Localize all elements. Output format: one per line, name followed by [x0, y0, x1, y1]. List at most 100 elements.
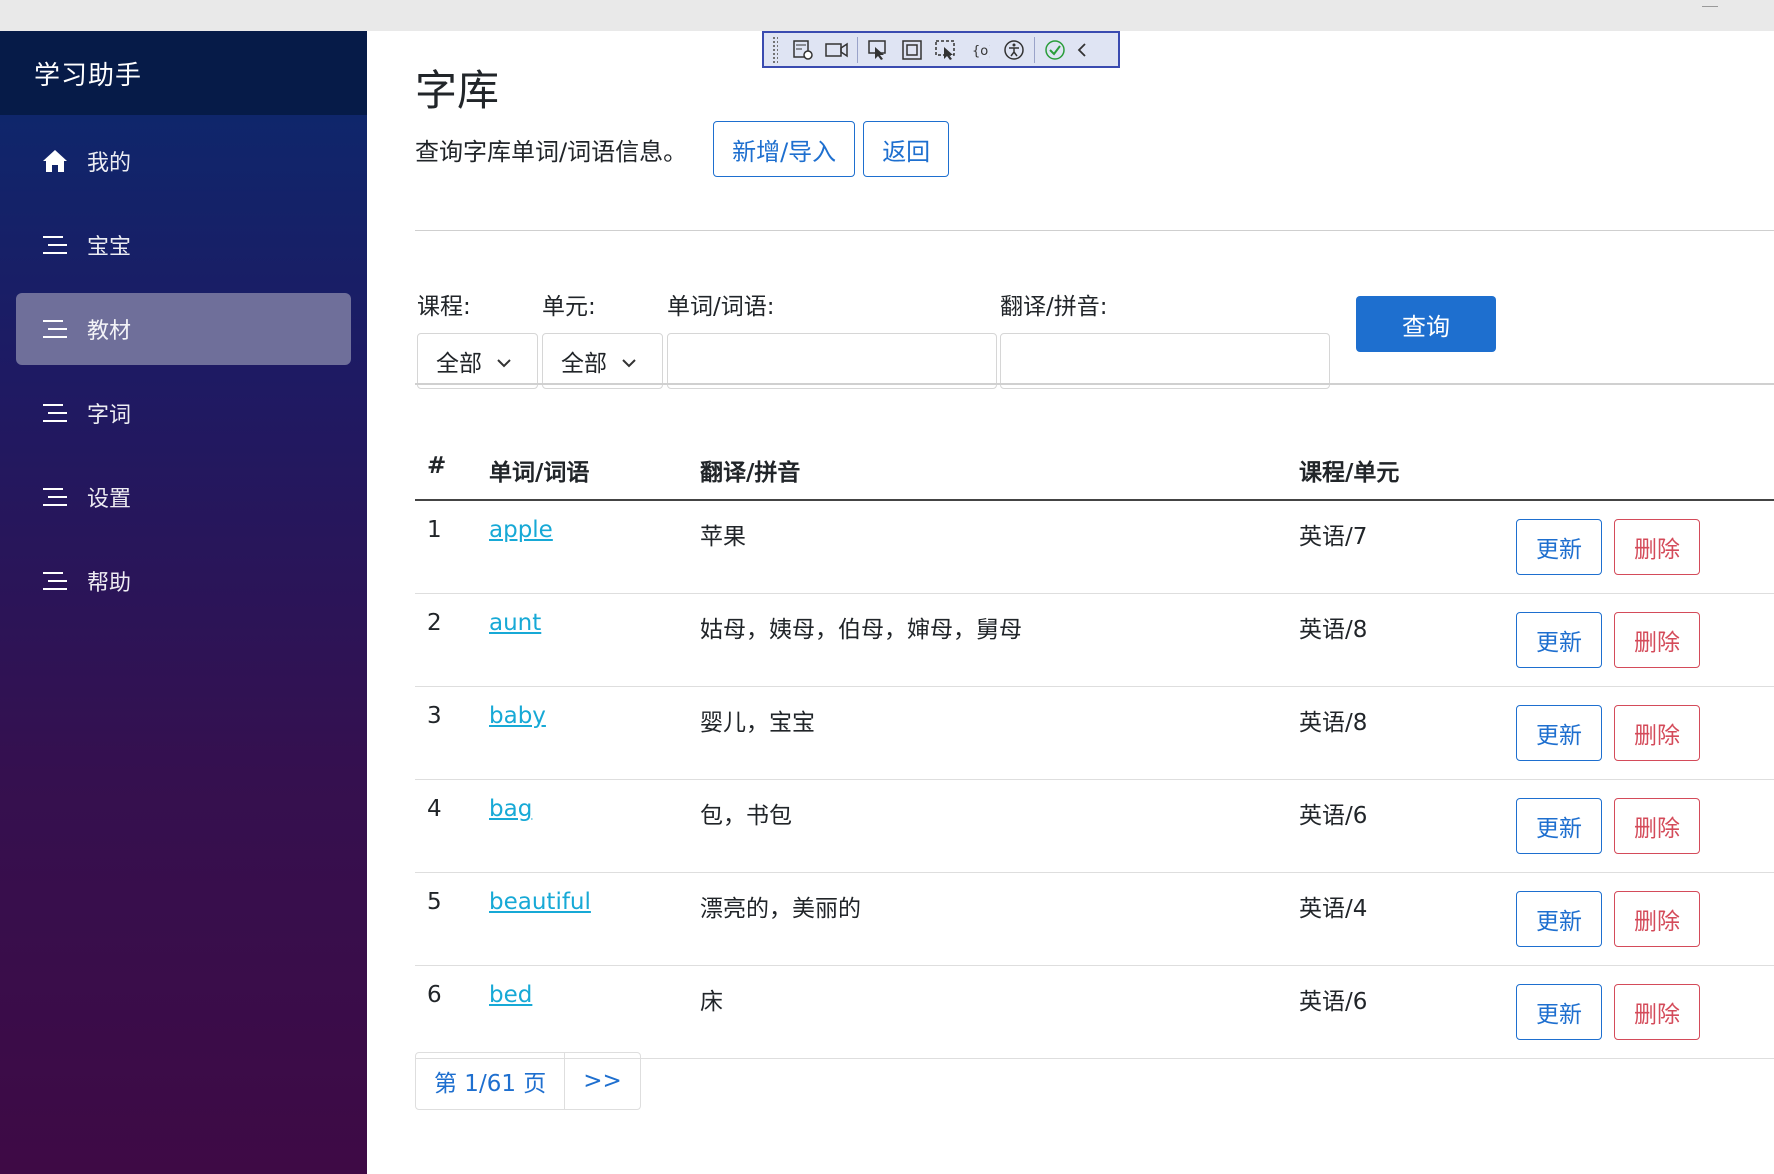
window-top-bar — [0, 0, 1774, 31]
table-row: 2 aunt 姑母，姨母，伯母，婶母，舅母 英语/8 更新 删除 — [415, 594, 1774, 687]
update-button[interactable]: 更新 — [1516, 519, 1602, 575]
row-index: 3 — [427, 703, 442, 729]
word-link[interactable]: baby — [489, 703, 546, 729]
add-import-button[interactable]: 新增/导入 — [713, 121, 856, 177]
sidebar-item-label: 字词 — [87, 403, 132, 428]
delete-button[interactable]: 删除 — [1614, 891, 1700, 947]
record-icon[interactable] — [820, 35, 854, 65]
accessibility-icon[interactable] — [997, 35, 1031, 65]
next-page-button[interactable]: >> — [564, 1053, 640, 1109]
table-row: 5 beautiful 漂亮的，美丽的 英语/4 更新 删除 — [415, 873, 1774, 966]
table-row: 4 bag 包，书包 英语/6 更新 删除 — [415, 780, 1774, 873]
column-header-index: # — [427, 453, 447, 479]
collapse-chevron-icon[interactable] — [1072, 35, 1092, 65]
list-icon — [41, 317, 69, 341]
row-course: 英语/6 — [1299, 803, 1368, 829]
display-layout-adorners-icon[interactable] — [895, 35, 929, 65]
pagination: 第 1/61 页 >> — [415, 1052, 641, 1110]
row-translation: 漂亮的，美丽的 — [700, 896, 861, 922]
list-icon — [41, 401, 69, 425]
sidebar-item-label: 设置 — [87, 487, 132, 512]
word-input[interactable] — [667, 333, 997, 389]
toolbar-separator — [1034, 36, 1035, 63]
word-table: # 单词/词语 翻译/拼音 课程/单元 1 apple 苹果 英语/7 更新 删… — [415, 439, 1774, 1059]
update-button[interactable]: 更新 — [1516, 798, 1602, 854]
live-visual-tree-icon[interactable] — [786, 35, 820, 65]
row-course: 英语/6 — [1299, 989, 1368, 1015]
word-label: 单词/词语: — [667, 294, 775, 320]
word-link[interactable]: bed — [489, 982, 532, 1008]
update-button[interactable]: 更新 — [1516, 891, 1602, 947]
table-header: # 单词/词语 翻译/拼音 课程/单元 — [415, 439, 1774, 501]
row-course: 英语/4 — [1299, 896, 1368, 922]
minimize-icon[interactable] — [1702, 6, 1718, 7]
sidebar: 学习助手 我的 宝宝 教材 字词 设置 帮助 — [0, 31, 367, 1174]
delete-button[interactable]: 删除 — [1614, 612, 1700, 668]
update-button[interactable]: 更新 — [1516, 705, 1602, 761]
list-icon — [41, 485, 69, 509]
word-link[interactable]: beautiful — [489, 889, 591, 915]
sidebar-item-settings[interactable]: 设置 — [16, 461, 351, 533]
chevron-down-icon — [496, 348, 512, 374]
word-link[interactable]: aunt — [489, 610, 541, 636]
list-icon — [41, 233, 69, 257]
sidebar-item-label: 宝宝 — [87, 235, 132, 260]
home-icon — [41, 149, 69, 173]
sidebar-nav: 我的 宝宝 教材 字词 设置 帮助 — [0, 125, 367, 617]
brand[interactable]: 学习助手 — [0, 31, 367, 115]
table-row: 6 bed 床 英语/6 更新 删除 — [415, 966, 1774, 1059]
row-course: 英语/8 — [1299, 710, 1368, 736]
unit-select[interactable]: 全部 — [542, 333, 663, 389]
brand-title: 学习助手 — [34, 60, 143, 91]
delete-button[interactable]: 删除 — [1614, 984, 1700, 1040]
translation-input[interactable] — [1000, 333, 1330, 389]
course-select[interactable]: 全部 — [417, 333, 538, 389]
toolbar-separator — [857, 36, 858, 63]
sidebar-item-textbook[interactable]: 教材 — [16, 293, 351, 365]
back-button[interactable]: 返回 — [863, 121, 950, 177]
page-indicator[interactable]: 第 1/61 页 — [416, 1053, 564, 1109]
row-index: 4 — [427, 796, 442, 822]
drag-grip-icon[interactable] — [772, 35, 778, 64]
sidebar-item-baby[interactable]: 宝宝 — [16, 209, 351, 281]
row-course: 英语/8 — [1299, 617, 1368, 643]
hot-reload-ok-icon[interactable] — [1038, 35, 1072, 65]
column-header-word: 单词/词语 — [489, 460, 590, 486]
course-select-value: 全部 — [436, 351, 482, 377]
list-icon — [41, 569, 69, 593]
row-index: 6 — [427, 982, 442, 1008]
page-header-actions: 查询字库单词/词语信息。 新增/导入 返回 — [415, 121, 950, 177]
sidebar-item-help[interactable]: 帮助 — [16, 545, 351, 617]
track-focused-element-icon[interactable] — [929, 35, 963, 65]
row-course: 英语/7 — [1299, 524, 1368, 550]
sidebar-item-words[interactable]: 字词 — [16, 377, 351, 449]
debug-toolbar: {o} — [762, 31, 1120, 68]
divider — [415, 230, 1774, 231]
delete-button[interactable]: 删除 — [1614, 519, 1700, 575]
select-element-icon[interactable] — [861, 35, 895, 65]
search-button[interactable]: 查询 — [1356, 296, 1496, 352]
word-link[interactable]: bag — [489, 796, 532, 822]
divider — [415, 383, 1774, 385]
sidebar-item-mine[interactable]: 我的 — [16, 125, 351, 197]
row-translation: 床 — [700, 989, 723, 1015]
binding-failures-icon[interactable]: {o} — [963, 35, 997, 65]
table-row: 3 baby 婴儿，宝宝 英语/8 更新 删除 — [415, 687, 1774, 780]
unit-label: 单元: — [542, 294, 596, 320]
delete-button[interactable]: 删除 — [1614, 705, 1700, 761]
table-row: 1 apple 苹果 英语/7 更新 删除 — [415, 501, 1774, 594]
row-index: 5 — [427, 889, 442, 915]
chevron-down-icon — [621, 348, 637, 374]
sidebar-item-label: 我的 — [87, 151, 132, 176]
row-translation: 婴儿，宝宝 — [700, 710, 815, 736]
page-title: 字库 — [415, 66, 500, 115]
column-header-course: 课程/单元 — [1299, 460, 1400, 486]
update-button[interactable]: 更新 — [1516, 984, 1602, 1040]
delete-button[interactable]: 删除 — [1614, 798, 1700, 854]
update-button[interactable]: 更新 — [1516, 612, 1602, 668]
translation-label: 翻译/拼音: — [1000, 294, 1108, 320]
row-translation: 包，书包 — [700, 803, 792, 829]
row-index: 1 — [427, 517, 442, 543]
word-link[interactable]: apple — [489, 517, 553, 543]
row-index: 2 — [427, 610, 442, 636]
